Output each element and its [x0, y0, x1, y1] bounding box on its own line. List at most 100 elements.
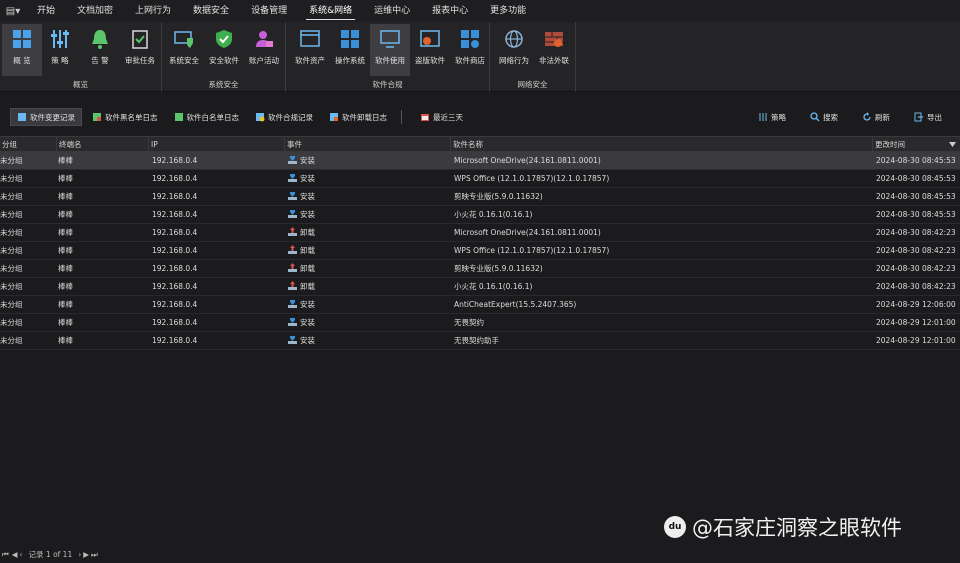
- cell-software: 剪映专业版(5.9.0.11632): [454, 192, 543, 201]
- table-row[interactable]: 未分组 棒棒 192.168.0.4 安装 Microsoft OneDrive(24.…: [0, 152, 960, 170]
- table-row[interactable]: 未分组 棒棒 192.168.0.4 卸载 小火花 0.16.1(0.16.1) 2024…: [0, 278, 960, 296]
- tab-whitelist-log[interactable]: 软件白名单日志: [168, 108, 246, 126]
- ribbon-group-overview: 概 览 策 略 告 警 审批任务 概览: [0, 22, 162, 92]
- software-store-button[interactable]: 软件商店: [450, 24, 490, 76]
- whitelist-icon: [174, 113, 183, 121]
- cell-time: 2024-08-30 08:42:23: [876, 246, 956, 255]
- first-page-icon[interactable]: ⏮: [2, 550, 10, 560]
- tab-blacklist-log[interactable]: 软件黑名单日志: [86, 108, 164, 126]
- software-assets-button[interactable]: 软件资产: [290, 24, 330, 76]
- prev-page-icon[interactable]: ◀: [12, 550, 18, 559]
- overview-button[interactable]: 概 览: [2, 24, 42, 76]
- search-button[interactable]: 搜索: [804, 108, 844, 126]
- cell-group: 未分组: [0, 174, 23, 183]
- tab-compliance-log[interactable]: 软件合规记录: [249, 108, 319, 126]
- ribbon: 概 览 策 略 告 警 审批任务 概览 系统安全 安全软件 账户活动 系统安全: [0, 22, 960, 92]
- ribbon-group-network-security: 网络行为 非法外联 网络安全: [490, 22, 576, 92]
- prev-icon[interactable]: ‹: [20, 550, 23, 559]
- security-software-button[interactable]: 安全软件: [204, 24, 244, 76]
- column-header-time[interactable]: 更改时间: [872, 137, 960, 152]
- cell-time: 2024-08-29 12:06:00: [876, 300, 956, 309]
- table-row[interactable]: 未分组 棒棒 192.168.0.4 安装 AntiCheatExpert(15.5.2…: [0, 296, 960, 314]
- table-row[interactable]: 未分组 棒棒 192.168.0.4 安装 小火花 0.16.1(0.16.1) 2024…: [0, 206, 960, 224]
- cell-group: 未分组: [0, 210, 23, 219]
- date-filter-button[interactable]: 最近三天: [414, 108, 469, 126]
- menu-tab[interactable]: 更多功能: [479, 0, 537, 22]
- pirated-software-button[interactable]: 盗版软件: [410, 24, 450, 76]
- date-filter-label: 最近三天: [433, 112, 463, 122]
- software-assets-label: 软件资产: [295, 56, 325, 65]
- cell-terminal: 棒棒: [58, 282, 73, 291]
- cell-group: 未分组: [0, 282, 23, 291]
- cell-ip: 192.168.0.4: [152, 192, 198, 201]
- menu-tab[interactable]: 上网行为: [124, 0, 182, 22]
- windows-icon: [341, 30, 359, 48]
- table-row[interactable]: 未分组 棒棒 192.168.0.4 安装 无畏契约 2024-08-29 12:01:0…: [0, 314, 960, 332]
- table-body: 未分组 棒棒 192.168.0.4 安装 Microsoft OneDrive(24.…: [0, 152, 960, 350]
- cell-terminal: 棒棒: [58, 156, 73, 165]
- alert-button[interactable]: 告 警: [80, 24, 120, 76]
- refresh-button[interactable]: 刷新: [856, 108, 896, 126]
- install-icon: [288, 300, 297, 308]
- column-header-event[interactable]: 事件: [284, 137, 450, 152]
- approval-button[interactable]: 审批任务: [120, 24, 160, 76]
- user-lock-icon: [256, 31, 273, 47]
- record-counter: 记录 1 of 11: [28, 550, 73, 559]
- menu-tab[interactable]: 系统&网络: [298, 0, 363, 22]
- menu-tab[interactable]: 开始: [26, 0, 66, 22]
- menu-tab[interactable]: 设备管理: [240, 0, 298, 22]
- app-menu-icon[interactable]: ▤▾: [0, 0, 26, 22]
- table-row[interactable]: 未分组 棒棒 192.168.0.4 卸载 WPS Office (12.1.0.178…: [0, 242, 960, 260]
- security-software-label: 安全软件: [209, 56, 239, 65]
- uninstall-icon: [288, 245, 297, 254]
- tab-label: 软件黑名单日志: [105, 112, 158, 122]
- cell-terminal: 棒棒: [58, 318, 73, 327]
- grid-icon: [13, 30, 31, 48]
- event-label: 安装: [300, 318, 315, 327]
- uninstall-icon: [288, 227, 297, 236]
- menu-tab[interactable]: 运维中心: [363, 0, 421, 22]
- next-page-icon[interactable]: ▶: [83, 550, 89, 559]
- table-row[interactable]: 未分组 棒棒 192.168.0.4 安装 剪映专业版(5.9.0.11632) 2024…: [0, 188, 960, 206]
- cell-ip: 192.168.0.4: [152, 246, 198, 255]
- tab-label: 软件合规记录: [268, 112, 313, 122]
- network-behavior-button[interactable]: 网络行为: [494, 24, 534, 76]
- cell-ip: 192.168.0.4: [152, 174, 198, 183]
- software-usage-button[interactable]: 软件使用: [370, 24, 410, 76]
- table-row[interactable]: 未分组 棒棒 192.168.0.4 卸载 剪映专业版(5.9.0.11632) 2024…: [0, 260, 960, 278]
- cell-time: 2024-08-30 08:45:53: [876, 174, 956, 183]
- tab-label: 软件变更记录: [30, 112, 75, 122]
- column-header-group[interactable]: 分组: [0, 137, 56, 152]
- menu-tab[interactable]: 文档加密: [66, 0, 124, 22]
- menu-tab[interactable]: 报表中心: [421, 0, 479, 22]
- calendar-icon: [421, 114, 429, 121]
- sub-toolbar: 软件变更记录 软件黑名单日志 软件白名单日志 软件合规记录 软件卸载日志 最近三…: [0, 105, 960, 129]
- cell-software: 小火花 0.16.1(0.16.1): [454, 282, 533, 291]
- column-header-software[interactable]: 软件名称: [450, 137, 872, 152]
- tab-uninstall-log[interactable]: 软件卸载日志: [323, 108, 393, 126]
- event-label: 安装: [300, 300, 315, 309]
- illegal-connection-button[interactable]: 非法外联: [534, 24, 574, 76]
- system-security-button[interactable]: 系统安全: [164, 24, 204, 76]
- column-header-terminal[interactable]: 终端名: [56, 137, 148, 152]
- window-warning-icon: [420, 30, 440, 47]
- account-activity-button[interactable]: 账户活动: [244, 24, 284, 76]
- table-row[interactable]: 未分组 棒棒 192.168.0.4 安装 WPS Office (12.1.0.178…: [0, 170, 960, 188]
- next-icon[interactable]: ›: [78, 550, 81, 559]
- os-button[interactable]: 操作系统: [330, 24, 370, 76]
- tab-software-change-log[interactable]: 软件变更记录: [10, 108, 82, 126]
- last-page-icon[interactable]: ⏭: [91, 550, 98, 560]
- install-icon: [288, 174, 297, 182]
- cell-time: 2024-08-29 12:01:00: [876, 318, 956, 327]
- column-header-ip[interactable]: IP: [148, 137, 284, 152]
- table-row[interactable]: 未分组 棒棒 192.168.0.4 卸载 Microsoft OneDrive(24.…: [0, 224, 960, 242]
- event-label: 安装: [300, 210, 315, 219]
- table-row[interactable]: 未分组 棒棒 192.168.0.4 安装 无畏契约助手 2024-08-29 12:01…: [0, 332, 960, 350]
- menu-tab[interactable]: 数据安全: [182, 0, 240, 22]
- cell-event: 安装: [288, 332, 315, 350]
- policy-label: 策 略: [51, 56, 69, 65]
- export-button[interactable]: 导出: [908, 108, 948, 126]
- policy-button[interactable]: 策 略: [40, 24, 80, 76]
- policy-action-button[interactable]: 策略: [752, 108, 792, 126]
- cell-event: 安装: [288, 296, 315, 314]
